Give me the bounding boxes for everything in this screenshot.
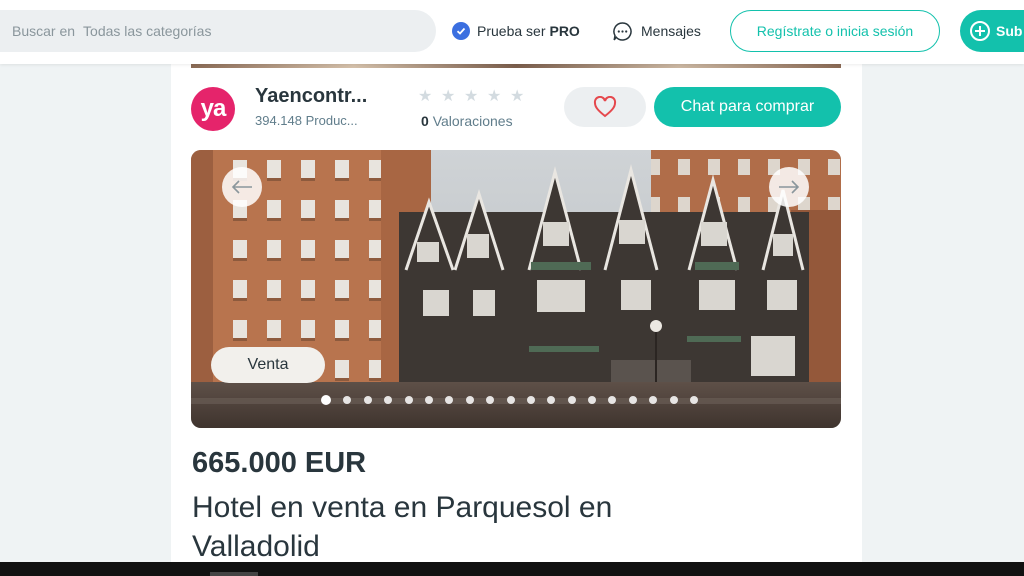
chat-to-buy-button[interactable]: Chat para comprar xyxy=(654,87,841,127)
star-icon: ★ xyxy=(464,88,479,105)
gallery-dot[interactable] xyxy=(690,396,699,404)
pro-prefix: Prueba ser xyxy=(477,23,546,39)
gallery-pagination-dots xyxy=(321,395,710,405)
pro-badge-icon xyxy=(452,22,470,40)
seller-products-count: 394.148 Produc... xyxy=(255,113,358,128)
star-icon: ★ xyxy=(510,88,525,105)
listing-card: ya Yaencontr... 394.148 Produc... ★ ★ ★ … xyxy=(171,64,862,563)
gallery-dot[interactable] xyxy=(424,396,433,404)
login-button[interactable]: Regístrate o inicia sesión xyxy=(730,10,940,52)
heart-icon xyxy=(593,96,617,118)
search-scope-label: Buscar en xyxy=(12,23,76,39)
seller-name[interactable]: Yaencontr... xyxy=(255,85,367,108)
seller-avatar[interactable]: ya xyxy=(191,87,235,131)
upload-label: Sub xyxy=(996,23,1023,39)
messages-label: Mensajes xyxy=(641,23,701,39)
favorite-button[interactable] xyxy=(564,87,646,127)
listing-price: 665.000 EUR xyxy=(192,447,367,479)
rating-stars: ★ ★ ★ ★ ★ xyxy=(418,86,533,106)
upload-button[interactable]: Sub xyxy=(960,10,1024,52)
search-input[interactable]: Buscar en Todas las categorías xyxy=(0,10,436,52)
gallery-dot[interactable] xyxy=(608,396,617,404)
gallery-dot[interactable] xyxy=(445,396,454,404)
previous-image-button[interactable] xyxy=(222,167,262,207)
taskbar-tab xyxy=(210,572,258,576)
star-icon: ★ xyxy=(487,88,502,105)
gallery-dot[interactable] xyxy=(404,396,413,404)
ratings-label: Valoraciones xyxy=(432,113,513,129)
star-icon: ★ xyxy=(418,88,433,105)
gallery-dot[interactable] xyxy=(547,396,556,404)
listing-title: Hotel en venta en Parquesol en Valladoli… xyxy=(192,491,613,563)
arrow-left-icon xyxy=(231,180,252,194)
gallery-dot[interactable] xyxy=(567,396,576,404)
gallery-dot[interactable] xyxy=(649,396,658,404)
previous-image-strip xyxy=(191,64,841,68)
next-image-button[interactable] xyxy=(769,167,809,207)
taskbar-edge xyxy=(0,562,1024,576)
top-bar: Buscar en Todas las categorías Prueba se… xyxy=(0,0,1024,64)
search-placeholder: Todas las categorías xyxy=(83,23,212,39)
gallery-dot[interactable] xyxy=(384,396,393,404)
arrow-right-icon xyxy=(779,180,800,194)
gallery-dot[interactable] xyxy=(526,396,535,404)
gallery-dot[interactable] xyxy=(465,396,474,404)
gallery-dot[interactable] xyxy=(506,396,515,404)
ratings-count: 0 Valoraciones xyxy=(421,113,513,129)
gallery-dot[interactable] xyxy=(588,396,597,404)
gallery-dot[interactable] xyxy=(343,396,352,404)
chat-bubble-icon xyxy=(613,21,632,41)
pro-trial-link[interactable]: Prueba ser PRO xyxy=(452,20,580,42)
gallery-dot[interactable] xyxy=(321,395,331,405)
pro-strong: PRO xyxy=(549,23,580,39)
gallery-dot[interactable] xyxy=(363,396,372,404)
listing-type-tag: Venta xyxy=(211,347,325,383)
gallery-dot[interactable] xyxy=(628,396,637,404)
plus-icon xyxy=(970,21,990,41)
hotel-building-photo xyxy=(191,150,841,428)
listing-photo-gallery[interactable]: Venta xyxy=(191,150,841,428)
gallery-dot[interactable] xyxy=(486,396,495,404)
ratings-number: 0 xyxy=(421,113,429,129)
gallery-dot[interactable] xyxy=(669,396,678,404)
star-icon: ★ xyxy=(441,88,456,105)
messages-link[interactable]: Mensajes xyxy=(612,20,701,42)
